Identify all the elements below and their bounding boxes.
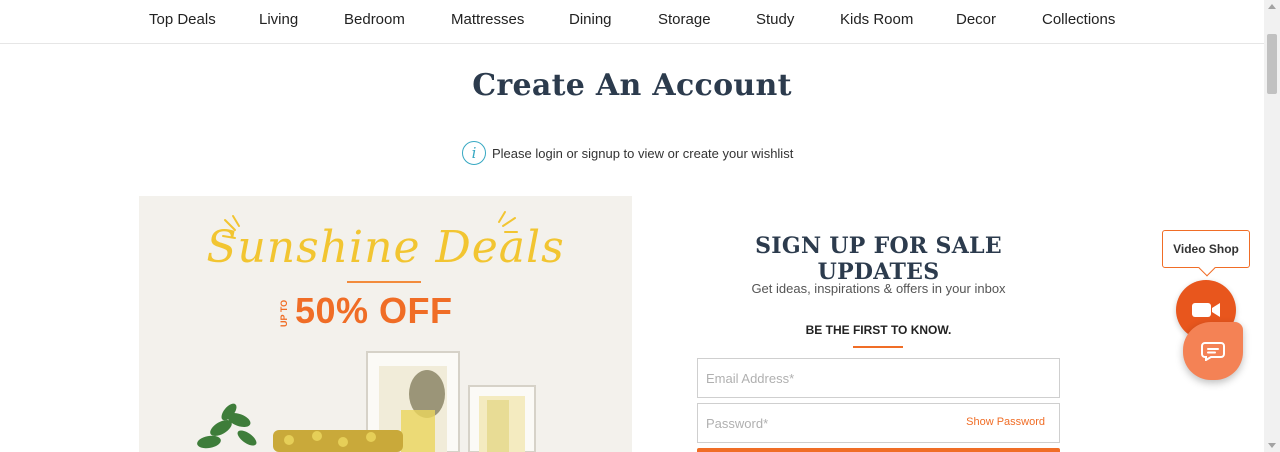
nav-item-bedroom[interactable]: Bedroom [344,11,405,28]
signup-title: SIGN UP FOR SALE UPDATES [755,233,1002,285]
video-shop-tooltip[interactable]: Video Shop [1162,230,1250,277]
info-icon: i [462,141,486,165]
signup-subtitle: Get ideas, inspirations & offers in your… [751,281,1006,296]
banner-divider [347,281,421,283]
banner-script-title: Sunshine Deals [206,222,565,273]
signup-kicker: BE THE FIRST TO KNOW. [805,323,952,337]
info-text: Please login or signup to view or create… [492,145,794,161]
nav-item-collections[interactable]: Collections [1042,11,1115,28]
info-message: i Please login or signup to view or crea… [462,141,793,165]
scroll-up-icon[interactable] [1268,4,1276,9]
banner-product-illustration [197,351,536,452]
show-password-toggle[interactable]: Show Password [966,416,1045,428]
scroll-down-icon[interactable] [1268,443,1276,448]
chat-bubble-icon [1201,342,1225,361]
nav-item-study[interactable]: Study [756,11,794,28]
banner-offer: 50% OFF [295,290,453,331]
tooltip-pointer [1198,259,1216,277]
nav-item-mattresses[interactable]: Mattresses [451,11,524,28]
page-scrollbar[interactable] [1264,0,1280,452]
scrollbar-thumb[interactable] [1267,34,1277,94]
nav-item-living[interactable]: Living [259,11,298,28]
promo-banner[interactable]: Sunshine Deals UP TO 50% OFF [139,196,632,452]
chat-button[interactable] [1183,322,1243,380]
top-navigation: Top Deals Living Bedroom Mattresses Dini… [0,0,1264,44]
nav-item-top-deals[interactable]: Top Deals [149,11,216,28]
nav-item-kids-room[interactable]: Kids Room [840,11,913,28]
kicker-underline [853,346,903,348]
email-field[interactable] [698,359,1059,397]
video-camera-icon [1192,303,1220,317]
banner-upto: UP TO [279,299,289,327]
page-title: Create An Account [472,68,792,103]
video-shop-label: Video Shop [1173,242,1239,256]
nav-item-dining[interactable]: Dining [569,11,612,28]
email-field-wrapper [697,358,1060,398]
nav-item-decor[interactable]: Decor [956,11,996,28]
nav-item-storage[interactable]: Storage [658,11,711,28]
password-field-wrapper: Show Password [697,403,1060,443]
signup-submit-button[interactable] [697,448,1060,452]
